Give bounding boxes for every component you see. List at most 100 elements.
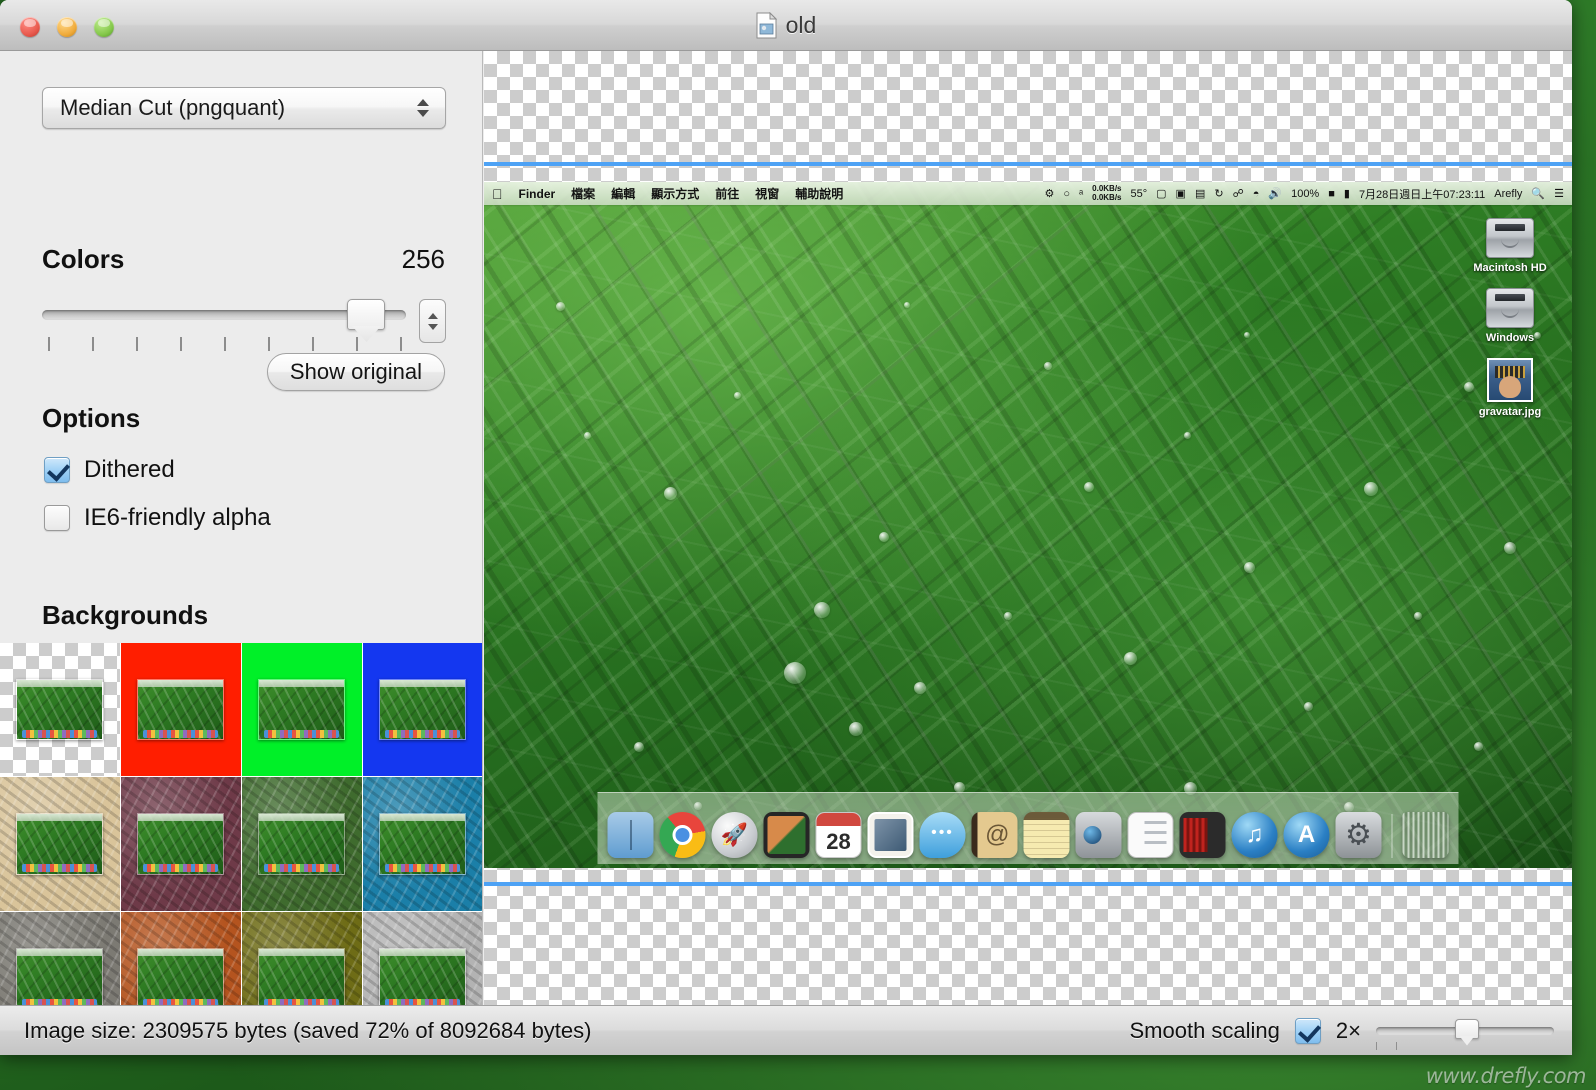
dock-icon-calendar[interactable]: 28 (816, 812, 862, 858)
background-swatch-sand-texture[interactable] (0, 777, 120, 910)
preview-image[interactable]:  Finder 檔案 編輯 顯示方式 前往 視窗 輔助說明 ⚙ ○ ᵃ (484, 182, 1572, 868)
swatch-preview-thumbnail (379, 948, 467, 1005)
stepper-down-icon[interactable] (428, 324, 438, 330)
backgrounds-grid (0, 643, 483, 1005)
thumbnail-menubar (380, 680, 466, 687)
zoom-slider-tick (1376, 1042, 1377, 1050)
chevron-updown-icon (410, 99, 436, 117)
quantization-method-select[interactable]: Median Cut (pngquant) (42, 87, 446, 129)
thumbnail-grass (17, 949, 103, 1005)
slider-tick (312, 337, 314, 351)
dock-icon-reminders[interactable] (1128, 812, 1174, 858)
dock-icon-notes[interactable] (1024, 812, 1070, 858)
background-swatch-foliage-texture[interactable] (242, 777, 362, 910)
zoom-level-label: 2× (1336, 1018, 1361, 1044)
flag-icon: ▮ (1344, 187, 1350, 200)
desktop-icons: Macintosh HD Windows gravatar.jpg (1462, 218, 1558, 432)
background-swatch-gray-texture[interactable] (363, 912, 483, 1005)
background-swatch-blue-background[interactable] (363, 643, 483, 776)
background-swatch-stone-texture[interactable] (0, 912, 120, 1005)
thumbnail-grass (259, 949, 345, 1005)
water-droplet (1304, 702, 1313, 711)
desktop-icon-label: gravatar.jpg (1479, 406, 1541, 418)
thumbnail-dock (385, 864, 460, 872)
image-file-icon (1487, 358, 1533, 402)
menu-item-help: 輔助說明 (795, 185, 843, 202)
thumbnail-menubar (138, 949, 224, 956)
thumbnail-menubar (259, 680, 345, 687)
network-speed-indicator: 0.0KB/s 0.0KB/s (1092, 185, 1121, 202)
option-dithered[interactable]: Dithered (44, 456, 175, 484)
window-body: Median Cut (pngquant) Colors 256 Show or… (0, 51, 1572, 1005)
thumbnail-menubar (259, 949, 345, 956)
water-droplet (1244, 562, 1255, 573)
dock-icon-contacts[interactable] (972, 812, 1018, 858)
thumbnail-grass (138, 949, 224, 1005)
background-swatch-green-background[interactable] (242, 643, 362, 776)
thumbnail-dock (22, 864, 97, 872)
mac-dock: 28 (598, 792, 1459, 864)
menu-item-go: 前往 (715, 185, 739, 202)
background-swatch-moss-texture[interactable] (242, 912, 362, 1005)
backgrounds-heading: Backgrounds (42, 600, 208, 631)
colors-slider-ticks (42, 337, 406, 351)
show-original-button[interactable]: Show original (267, 353, 445, 391)
hard-drive-icon (1486, 218, 1534, 258)
dock-icon-trash[interactable] (1403, 812, 1449, 858)
title-bar[interactable]: old (0, 0, 1572, 51)
colors-stepper[interactable] (419, 299, 446, 343)
swatch-preview-thumbnail (258, 679, 346, 740)
colors-slider[interactable] (42, 297, 446, 347)
zoom-slider-thumb[interactable] (1455, 1019, 1479, 1039)
option-ie6-alpha[interactable]: IE6-friendly alpha (44, 504, 271, 532)
dock-icon-mail[interactable] (868, 812, 914, 858)
volume-icon: 🔊 (1268, 187, 1282, 200)
dock-icon-itunes[interactable] (1232, 812, 1278, 858)
swatch-preview-thumbnail (137, 813, 225, 874)
background-swatch-maroon-texture[interactable] (121, 777, 241, 910)
background-swatch-water-texture[interactable] (363, 777, 483, 910)
swatch-preview-thumbnail (137, 948, 225, 1005)
cpu-graph-icon: ▣ (1176, 187, 1186, 200)
wifi-icon: ◓ (1253, 188, 1260, 200)
dock-icon-finder[interactable] (608, 812, 654, 858)
dock-icon-launchpad[interactable] (712, 812, 758, 858)
dock-icon-mission-control[interactable] (764, 812, 810, 858)
dock-icon-messages[interactable] (920, 812, 966, 858)
thumbnail-menubar (138, 814, 224, 821)
thumbnail-menubar (17, 949, 103, 956)
dock-icon-system-preferences[interactable] (1336, 812, 1382, 858)
swatch-preview-thumbnail (258, 948, 346, 1005)
smooth-scaling-checkbox[interactable] (1295, 1018, 1321, 1044)
swatch-preview-thumbnail (379, 679, 467, 740)
background-swatch-rust-texture[interactable] (121, 912, 241, 1005)
water-droplet (556, 302, 565, 311)
stepper-up-icon[interactable] (428, 313, 438, 319)
slider-tick (400, 337, 402, 351)
swatch-preview-thumbnail (16, 948, 104, 1005)
ie6-alpha-checkbox[interactable] (44, 505, 70, 531)
background-swatch-red-background[interactable] (121, 643, 241, 776)
thumbnail-menubar (17, 680, 103, 687)
colors-slider-thumb[interactable] (347, 299, 385, 330)
battery-percent: 100% (1291, 188, 1319, 200)
dithered-checkbox[interactable] (44, 457, 70, 483)
slider-tick (48, 337, 50, 351)
dock-icon-photo-booth[interactable] (1180, 812, 1226, 858)
dock-icon-chrome[interactable] (660, 812, 706, 858)
mac-menu-bar:  Finder 檔案 編輯 顯示方式 前往 視窗 輔助說明 ⚙ ○ ᵃ (484, 182, 1572, 205)
desktop-icon-windows[interactable]: Windows (1462, 288, 1558, 344)
timer-icon: ○ (1063, 188, 1070, 200)
water-droplet (1084, 482, 1094, 492)
background-swatch-transparent-checkerboard[interactable] (0, 643, 120, 776)
desktop-icon-macintosh-hd[interactable]: Macintosh HD (1462, 218, 1558, 274)
preview-canvas[interactable]:  Finder 檔案 編輯 顯示方式 前往 視窗 輔助說明 ⚙ ○ ᵃ (484, 51, 1572, 1005)
zoom-slider[interactable] (1376, 1018, 1554, 1044)
water-droplet (664, 487, 677, 500)
quantization-method-label: Median Cut (pngquant) (43, 95, 410, 121)
dock-icon-app-store[interactable] (1284, 812, 1330, 858)
desktop-icon-gravatar[interactable]: gravatar.jpg (1462, 358, 1558, 418)
dock-icon-facetime[interactable] (1076, 812, 1122, 858)
swatch-preview-thumbnail (16, 813, 104, 874)
water-droplet (1244, 332, 1250, 338)
